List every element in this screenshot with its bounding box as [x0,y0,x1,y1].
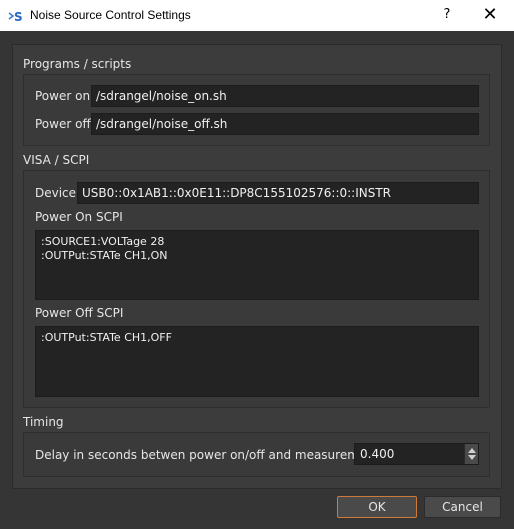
power-off-scpi-textarea[interactable]: :OUTPut:STATe CH1,OFF [35,326,479,397]
cancel-button[interactable]: Cancel [424,496,501,518]
delay-label: Delay in seconds betwen power on/off and… [35,448,379,462]
power-on-scpi-textarea[interactable]: :SOURCE1:VOLTage 28 :OUTPut:STATe CH1,ON [35,230,479,300]
close-button[interactable]: ✕ [478,4,502,26]
power-on-script-input[interactable]: /sdrangel/noise_on.sh [91,85,479,107]
delay-spinbox[interactable]: 0.400 [354,443,479,465]
power-on-label: Power on [35,89,91,103]
power-on-scpi-label: Power On SCPI [35,210,123,224]
power-off-label: Power off [35,117,91,131]
sdrangel-logo-icon: S [8,10,23,24]
delay-value: 0.400 [360,447,395,461]
power-off-script-input[interactable]: /sdrangel/noise_off.sh [91,113,479,135]
svg-text:S: S [14,10,23,24]
window-title: Noise Source Control Settings [30,8,191,22]
title-bar: S Noise Source Control Settings ? ✕ [0,0,514,31]
spin-arrows[interactable] [464,444,478,464]
power-off-scpi-label: Power Off SCPI [35,306,124,320]
ok-button[interactable]: OK [337,496,417,518]
programs-section-title: Programs / scripts [23,57,132,71]
visa-section-title: VISA / SCPI [23,153,90,167]
scpi-line: :OUTPut:STATe CH1,OFF [41,331,172,344]
spin-up-icon[interactable] [468,448,476,453]
scpi-line: :SOURCE1:VOLTage 28 [41,235,165,248]
help-button[interactable]: ? [436,4,458,26]
timing-section-title: Timing [23,415,64,429]
spin-down-icon[interactable] [468,455,476,460]
device-label: Device [35,186,77,200]
device-input[interactable]: USB0::0x1AB1::0x0E11::DP8C155102576::0::… [77,182,479,204]
scpi-line: :OUTPut:STATe CH1,ON [41,249,168,262]
